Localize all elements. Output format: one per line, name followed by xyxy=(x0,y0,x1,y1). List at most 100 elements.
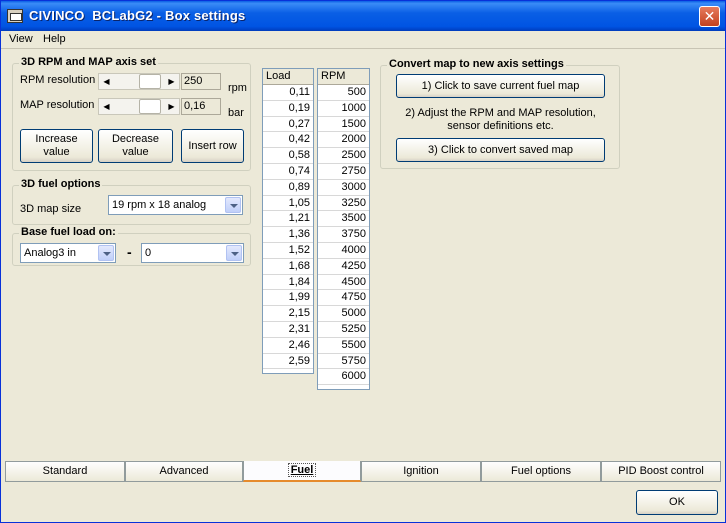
scroll-right-icon[interactable]: ▶ xyxy=(164,74,179,89)
load-list-item[interactable]: 1,52 xyxy=(263,243,313,259)
load-list-item[interactable]: 2,15 xyxy=(263,306,313,322)
tab-strip: Standard Advanced Fuel Ignition Fuel opt… xyxy=(1,461,725,482)
tab-advanced[interactable]: Advanced xyxy=(125,462,243,482)
tab-standard-label: Standard xyxy=(42,465,88,477)
convert-saved-map-button[interactable]: 3) Click to convert saved map xyxy=(396,138,605,162)
rpm-list-item[interactable]: 4000 xyxy=(318,243,369,259)
load-list-header: Load xyxy=(263,69,313,85)
load-list-item[interactable]: 0,89 xyxy=(263,180,313,196)
rpm-list-item[interactable]: 3250 xyxy=(318,196,369,212)
tab-ignition[interactable]: Ignition xyxy=(361,462,481,482)
rpm-axis-list[interactable]: RPM 500 1000 1500 2000 2500 2750 3000 3250 3500 3… xyxy=(317,68,370,390)
tab-pid-boost-control[interactable]: PID Boost control xyxy=(601,462,721,482)
map-resolution-slider[interactable]: ◀ ▶ xyxy=(98,98,180,115)
load-axis-list[interactable]: Load 0,11 0,19 0,27 0,42 0,58 0,74 0,89 1,05 1,2… xyxy=(262,68,314,374)
rpm-list-item[interactable]: 500 xyxy=(318,85,369,101)
scroll-left-icon[interactable]: ◀ xyxy=(99,74,114,89)
tab-fuel-options[interactable]: Fuel options xyxy=(481,462,601,482)
rpm-list-item[interactable]: 1000 xyxy=(318,101,369,117)
increase-value-label: Increase value xyxy=(35,133,78,158)
rpm-unit: rpm xyxy=(228,82,247,94)
map-size-select[interactable]: 19 rpm x 18 analog xyxy=(108,195,243,215)
close-button[interactable]: ✕ xyxy=(699,6,720,27)
axis-set-title: 3D RPM and MAP axis set xyxy=(19,56,158,68)
title-bar[interactable]: CIVINCO BCLabG2 - Box settings ✕ xyxy=(1,1,725,31)
rpm-list-item[interactable]: 5250 xyxy=(318,322,369,338)
load-list-item[interactable]: 1,99 xyxy=(263,290,313,307)
chevron-down-icon[interactable] xyxy=(226,245,242,261)
tab-standard[interactable]: Standard xyxy=(5,462,125,482)
tab-fuel[interactable]: Fuel xyxy=(243,461,361,482)
slider-thumb[interactable] xyxy=(139,99,161,114)
increase-value-button[interactable]: Increase value xyxy=(20,129,93,163)
load-list-item[interactable]: 0,74 xyxy=(263,164,313,180)
rpm-list-item[interactable]: 4500 xyxy=(318,275,369,291)
menu-help[interactable]: Help xyxy=(43,33,66,45)
adjust-instructions: 2) Adjust the RPM and MAP resolution, se… xyxy=(405,107,596,132)
tab-advanced-label: Advanced xyxy=(159,465,209,477)
tab-ignition-label: Ignition xyxy=(403,465,439,477)
load-list-item[interactable]: 1,21 xyxy=(263,211,313,228)
load-list-item[interactable]: 0,42 xyxy=(263,132,313,149)
rpm-list-item[interactable]: 3750 xyxy=(318,227,369,243)
menu-bar: View Help xyxy=(1,31,725,49)
tab-pid-boost-label: PID Boost control xyxy=(618,465,704,477)
rpm-resolution-label: RPM resolution xyxy=(20,74,96,86)
rpm-list-item[interactable]: 1500 xyxy=(318,117,369,133)
rpm-resolution-value: 250 xyxy=(181,73,221,90)
fuel-load-source-value: Analog3 in xyxy=(24,247,76,259)
rpm-list-item[interactable]: 2500 xyxy=(318,148,369,164)
rpm-resolution-slider[interactable]: ◀ ▶ xyxy=(98,73,180,90)
scroll-left-icon[interactable]: ◀ xyxy=(99,99,114,114)
load-list-item[interactable]: 2,59 xyxy=(263,354,313,370)
load-list-item[interactable]: 0,27 xyxy=(263,117,313,133)
rpm-list-item[interactable]: 4750 xyxy=(318,290,369,307)
rpm-list-item[interactable]: 6000 xyxy=(318,369,369,386)
map-resolution-value: 0,16 xyxy=(181,98,221,115)
load-list-item[interactable]: 1,05 xyxy=(263,196,313,212)
map-resolution-label: MAP resolution xyxy=(20,99,95,111)
rpm-list-item[interactable]: 3500 xyxy=(318,211,369,228)
app-icon xyxy=(7,9,23,23)
rpm-list-item[interactable]: 5500 xyxy=(318,338,369,354)
rpm-list-item[interactable]: 4250 xyxy=(318,259,369,275)
fuel-options-title: 3D fuel options xyxy=(19,178,103,190)
decrease-value-button[interactable]: Decrease value xyxy=(98,129,173,163)
insert-row-button[interactable]: Insert row xyxy=(181,129,244,163)
rpm-list-header: RPM xyxy=(318,69,369,85)
load-list-item[interactable]: 1,84 xyxy=(263,275,313,291)
fuel-load-second-value: 0 xyxy=(145,247,152,259)
fuel-load-source-select[interactable]: Analog3 in xyxy=(20,243,116,263)
chevron-down-icon[interactable] xyxy=(98,245,114,261)
decrease-value-label: Decrease value xyxy=(111,133,160,158)
load-list-item[interactable]: 2,46 xyxy=(263,338,313,354)
separator-dash: - xyxy=(127,244,132,260)
convert-map-title: Convert map to new axis settings xyxy=(387,58,566,70)
map-size-value: 19 rpm x 18 analog xyxy=(112,199,207,211)
tab-fuel-options-label: Fuel options xyxy=(511,465,571,477)
rpm-list-item[interactable]: 3000 xyxy=(318,180,369,196)
scroll-right-icon[interactable]: ▶ xyxy=(164,99,179,114)
map-unit: bar xyxy=(228,107,244,119)
ok-button[interactable]: OK xyxy=(636,490,718,515)
load-list-item[interactable]: 1,36 xyxy=(263,227,313,243)
map-size-label: 3D map size xyxy=(20,203,82,215)
fuel-load-second-select[interactable]: 0 xyxy=(141,243,244,263)
window-title: CIVINCO BCLabG2 - Box settings xyxy=(29,8,246,23)
rpm-list-item[interactable]: 2000 xyxy=(318,132,369,149)
base-fuel-title: Base fuel load on: xyxy=(19,226,118,238)
menu-view[interactable]: View xyxy=(9,33,33,45)
tab-fuel-label: Fuel xyxy=(287,463,317,477)
load-list-item[interactable]: 0,19 xyxy=(263,101,313,117)
load-list-item[interactable]: 0,11 xyxy=(263,85,313,101)
load-list-item[interactable]: 0,58 xyxy=(263,148,313,164)
load-list-item[interactable]: 1,68 xyxy=(263,259,313,275)
slider-thumb[interactable] xyxy=(139,74,161,89)
save-fuel-map-button[interactable]: 1) Click to save current fuel map xyxy=(396,74,605,98)
box-settings-window: CIVINCO BCLabG2 - Box settings ✕ View He… xyxy=(0,0,726,523)
rpm-list-item[interactable]: 5000 xyxy=(318,306,369,322)
rpm-list-item[interactable]: 5750 xyxy=(318,354,369,370)
rpm-list-item[interactable]: 2750 xyxy=(318,164,369,180)
chevron-down-icon[interactable] xyxy=(225,197,241,213)
load-list-item[interactable]: 2,31 xyxy=(263,322,313,338)
